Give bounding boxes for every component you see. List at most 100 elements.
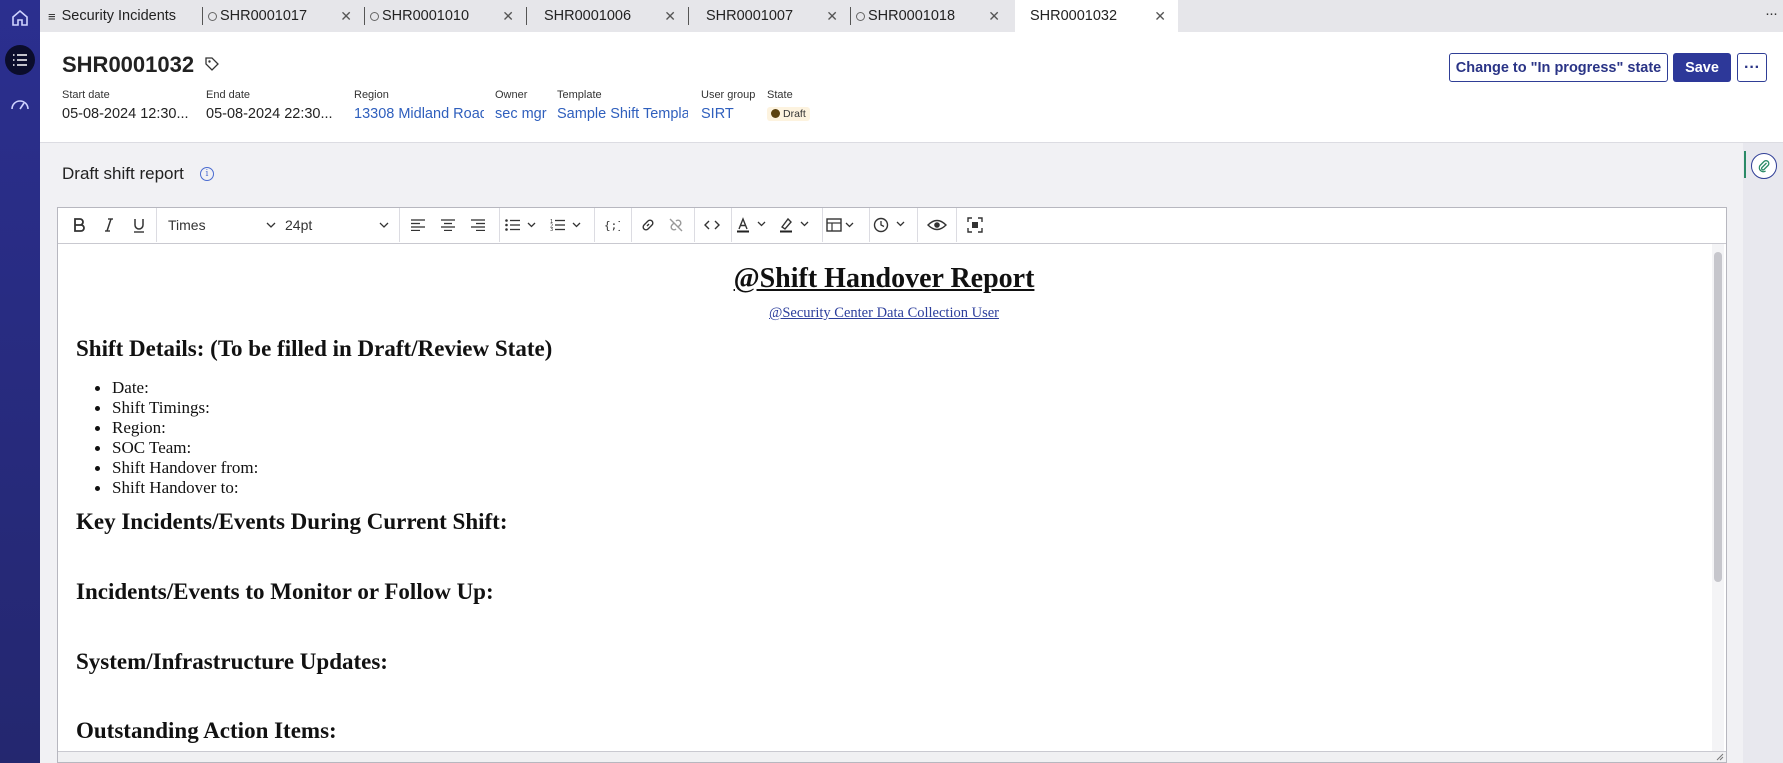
document-subtitle-link[interactable]: @Security Center Data Collection User (58, 305, 1710, 322)
record-title: SHR0001032 (62, 52, 195, 77)
font-family-select[interactable]: Times (168, 208, 276, 242)
shift-details-list: Date: Shift Timings: Region: SOC Team: S… (94, 378, 259, 498)
more-actions-button[interactable]: ··· (1737, 53, 1767, 82)
menu-icon: ≡ (48, 8, 56, 24)
bullet-list-icon[interactable] (505, 208, 543, 242)
underline-icon[interactable] (126, 208, 152, 242)
action-items-heading: Outstanding Action Items: (76, 718, 337, 743)
toolbar-separator (869, 208, 870, 242)
status-text: Draft (783, 107, 806, 120)
text-color-icon[interactable] (736, 208, 774, 242)
align-left-icon[interactable] (404, 208, 432, 242)
tag-icon[interactable] (205, 57, 219, 76)
resize-handle-icon[interactable] (1716, 753, 1724, 761)
field-value: 05-08-2024 12:30... (62, 106, 189, 122)
toolbar-separator (156, 208, 157, 242)
font-size-value: 24pt (285, 217, 313, 233)
tab-divider (688, 7, 689, 25)
tab-security-incidents[interactable]: ≡ Security Incidents (40, 0, 187, 32)
svg-text:{;}: {;} (604, 219, 620, 232)
close-icon[interactable]: ✕ (988, 8, 1000, 25)
font-family-value: Times (168, 217, 206, 233)
toolbar-separator (594, 208, 595, 242)
toolbar-separator (499, 208, 500, 242)
tab-shr0001018[interactable]: SHR0001018 ✕ (850, 0, 1012, 32)
status-dot-icon (771, 109, 780, 118)
tab-label: SHR0001010 (382, 8, 470, 24)
template-link[interactable]: Sample Shift Template (557, 106, 688, 122)
region-link[interactable]: 13308 Midland Road (354, 106, 484, 122)
tab-divider (850, 7, 851, 25)
close-icon[interactable]: ✕ (340, 8, 352, 25)
record-dot-icon (856, 11, 865, 21)
close-icon[interactable]: ✕ (664, 8, 676, 25)
align-right-icon[interactable] (464, 208, 492, 242)
close-icon[interactable]: ✕ (826, 8, 838, 25)
save-button[interactable]: Save (1673, 53, 1731, 82)
field-label: User group (701, 89, 756, 101)
close-icon[interactable]: ✕ (1154, 8, 1166, 25)
info-icon[interactable]: i (200, 167, 214, 181)
monitor-followup-heading: Incidents/Events to Monitor or Follow Up… (76, 579, 494, 604)
fullscreen-icon[interactable] (960, 208, 990, 242)
field-value: Draft (767, 106, 827, 122)
bold-icon[interactable] (66, 208, 92, 242)
change-state-button[interactable]: Change to "In progress" state (1449, 53, 1668, 82)
preview-eye-icon[interactable] (922, 208, 952, 242)
list-item: Shift Timings: (94, 398, 258, 418)
editor-statusbar (58, 751, 1726, 762)
align-center-icon[interactable] (434, 208, 462, 242)
left-nav-rail (0, 0, 40, 763)
scrollbar-thumb[interactable] (1714, 252, 1722, 582)
tab-shr0001032[interactable]: SHR0001032 ✕ (1015, 0, 1178, 32)
table-icon[interactable] (826, 208, 864, 242)
tab-shr0001007[interactable]: SHR0001007 ✕ (688, 0, 850, 32)
tab-overflow-more-icon[interactable]: ··· (1765, 5, 1778, 22)
editor-content[interactable]: @Shift Handover Report @Security Center … (58, 244, 1710, 752)
tab-bar: ≡ Security Incidents SHR0001017 ✕ SHR000… (40, 0, 1783, 32)
field-region: Region 13308 Midland Road (354, 89, 484, 122)
toolbar-separator (822, 208, 823, 242)
toolbar-separator (694, 208, 695, 242)
font-size-select[interactable]: 24pt (285, 208, 389, 242)
italic-icon[interactable] (96, 208, 122, 242)
tab-shr0001010[interactable]: SHR0001010 ✕ (364, 0, 526, 32)
code-sample-icon[interactable]: {;} (598, 208, 626, 242)
source-code-icon[interactable] (698, 208, 726, 242)
tab-shr0001006[interactable]: SHR0001006 ✕ (526, 0, 688, 32)
list-nav-button[interactable] (2, 42, 38, 78)
field-label: Owner (495, 89, 528, 101)
close-icon[interactable]: ✕ (502, 8, 514, 25)
unlink-icon[interactable] (662, 208, 690, 242)
active-indicator (1744, 151, 1746, 178)
toolbar-separator (917, 208, 918, 242)
owner-link[interactable]: sec mgr (495, 106, 547, 122)
record-dot-icon (208, 11, 217, 21)
field-value: 05-08-2024 22:30... (206, 106, 333, 122)
section-title: Draft shift report (62, 164, 184, 183)
tab-label: Security Incidents (61, 8, 177, 24)
field-state: State Draft (767, 89, 827, 122)
editor-scrollbar[interactable] (1712, 244, 1724, 752)
numbered-list-icon[interactable]: 123 (550, 208, 588, 242)
shift-details-heading: Shift Details: (To be filled in Draft/Re… (76, 336, 553, 361)
field-user-group: User group SIRT (701, 89, 756, 122)
user-group-link[interactable]: SIRT (701, 106, 756, 122)
chevron-down-icon (379, 222, 389, 228)
rich-text-editor: Times 24pt 123 {;} (57, 207, 1727, 763)
right-side-panel (1743, 143, 1783, 763)
clock-icon[interactable] (873, 208, 913, 242)
tab-label: SHR0001018 (868, 8, 956, 24)
dashboard-gauge-icon[interactable] (2, 86, 38, 122)
toolbar-separator (399, 208, 400, 242)
tab-divider (202, 7, 203, 25)
home-icon[interactable] (2, 0, 38, 36)
highlight-color-icon[interactable] (779, 208, 817, 242)
toolbar-separator (956, 208, 957, 242)
link-icon[interactable] (634, 208, 662, 242)
tab-divider (364, 7, 365, 25)
attachment-icon[interactable] (1751, 153, 1777, 179)
tab-shr0001017[interactable]: SHR0001017 ✕ (202, 0, 364, 32)
list-item: Shift Handover from: (94, 458, 259, 477)
field-label: Region (354, 89, 389, 101)
